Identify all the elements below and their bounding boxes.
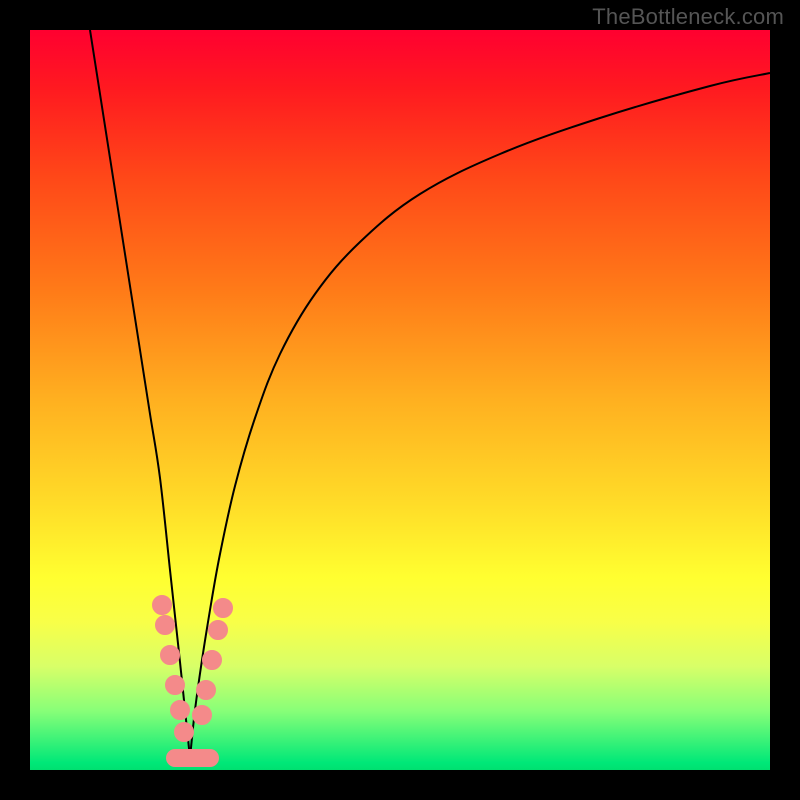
marker-left-3 — [166, 676, 184, 694]
chart-frame: TheBottleneck.com — [0, 0, 800, 800]
watermark-text: TheBottleneck.com — [592, 4, 784, 30]
marker-right-2 — [203, 651, 221, 669]
marker-right-0 — [193, 706, 211, 724]
marker-left-0 — [153, 596, 171, 614]
marker-right-3 — [209, 621, 227, 639]
plot-area — [30, 30, 770, 770]
chart-svg — [30, 30, 770, 770]
marker-right-4 — [214, 599, 232, 617]
marker-left-4 — [171, 701, 189, 719]
marker-left-1 — [156, 616, 174, 634]
curve-right-branch — [190, 73, 770, 758]
marker-left-2 — [161, 646, 179, 664]
marker-right-1 — [197, 681, 215, 699]
marker-left-5 — [175, 723, 193, 741]
